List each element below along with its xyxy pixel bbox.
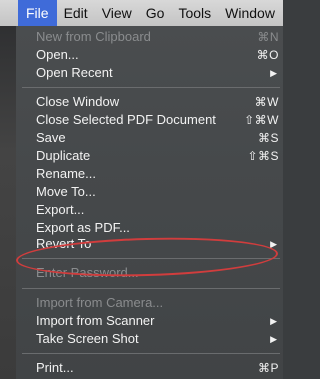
menu-item-move-to[interactable]: Move To...	[16, 183, 283, 201]
menu-item-import-from-scanner[interactable]: Import from Scanner ▶	[16, 312, 283, 330]
menu-item-label: Open...	[36, 47, 79, 62]
menu-item-import-from-camera[interactable]: Import from Camera...	[16, 294, 283, 312]
menu-separator	[22, 353, 280, 354]
menu-item-shortcut: ⇧⌘S	[247, 149, 279, 163]
menu-item-shortcut: ⌘N	[257, 30, 279, 44]
menu-item-duplicate[interactable]: Duplicate ⇧⌘S	[16, 147, 283, 165]
menu-item-close-window[interactable]: Close Window ⌘W	[16, 93, 283, 111]
menu-edit[interactable]: Edit	[57, 0, 95, 26]
menu-item-take-screen-shot[interactable]: Take Screen Shot ▶	[16, 330, 283, 348]
menu-item-label: Open Recent	[36, 65, 113, 80]
menu-item-save[interactable]: Save ⌘S	[16, 129, 283, 147]
menu-item-new-from-clipboard[interactable]: New from Clipboard ⌘N	[16, 28, 283, 46]
menu-item-print[interactable]: Print... ⌘P	[16, 359, 283, 377]
menu-item-shortcut: ⌘S	[257, 131, 279, 145]
menu-item-label: Rename...	[36, 166, 96, 181]
menu-window[interactable]: Window	[218, 0, 282, 26]
menu-item-shortcut: ⌘O	[256, 48, 279, 62]
menu-item-rename[interactable]: Rename...	[16, 165, 283, 183]
menu-item-export[interactable]: Export...	[16, 201, 283, 219]
menu-tools[interactable]: Tools	[171, 0, 218, 26]
menu-item-label: Move To...	[36, 184, 96, 199]
menu-item-close-selected-pdf[interactable]: Close Selected PDF Document ⇧⌘W	[16, 111, 283, 129]
submenu-arrow-icon: ▶	[270, 334, 277, 344]
menu-item-label: Print...	[36, 360, 74, 375]
menu-bar: File Edit View Go Tools Window	[0, 0, 283, 26]
file-menu-dropdown: New from Clipboard ⌘N Open... ⌘O Open Re…	[15, 26, 283, 379]
menu-file[interactable]: File	[18, 0, 57, 26]
menu-item-open[interactable]: Open... ⌘O	[16, 46, 283, 64]
menu-item-label: Close Selected PDF Document	[36, 112, 216, 127]
menu-item-label: Save	[36, 130, 66, 145]
menu-separator	[22, 87, 280, 88]
menu-item-label: Import from Camera...	[36, 295, 164, 310]
menu-item-shortcut: ⌘W	[254, 95, 279, 109]
menu-item-shortcut: ⌘P	[257, 361, 279, 375]
submenu-arrow-icon: ▶	[270, 316, 277, 326]
menu-item-label: Take Screen Shot	[36, 331, 139, 346]
menu-separator	[22, 288, 280, 289]
menu-item-label: Export...	[36, 202, 85, 217]
menu-go[interactable]: Go	[139, 0, 172, 26]
menu-view[interactable]: View	[95, 0, 139, 26]
background-window-edge	[0, 0, 16, 379]
menu-item-label: New from Clipboard	[36, 29, 151, 44]
menu-item-shortcut: ⇧⌘W	[244, 113, 279, 127]
menu-item-label: Duplicate	[36, 148, 91, 163]
menu-item-label: Import from Scanner	[36, 313, 155, 328]
menu-item-open-recent[interactable]: Open Recent ▶	[16, 64, 283, 82]
menu-item-label: Close Window	[36, 94, 120, 109]
submenu-arrow-icon: ▶	[270, 68, 277, 78]
